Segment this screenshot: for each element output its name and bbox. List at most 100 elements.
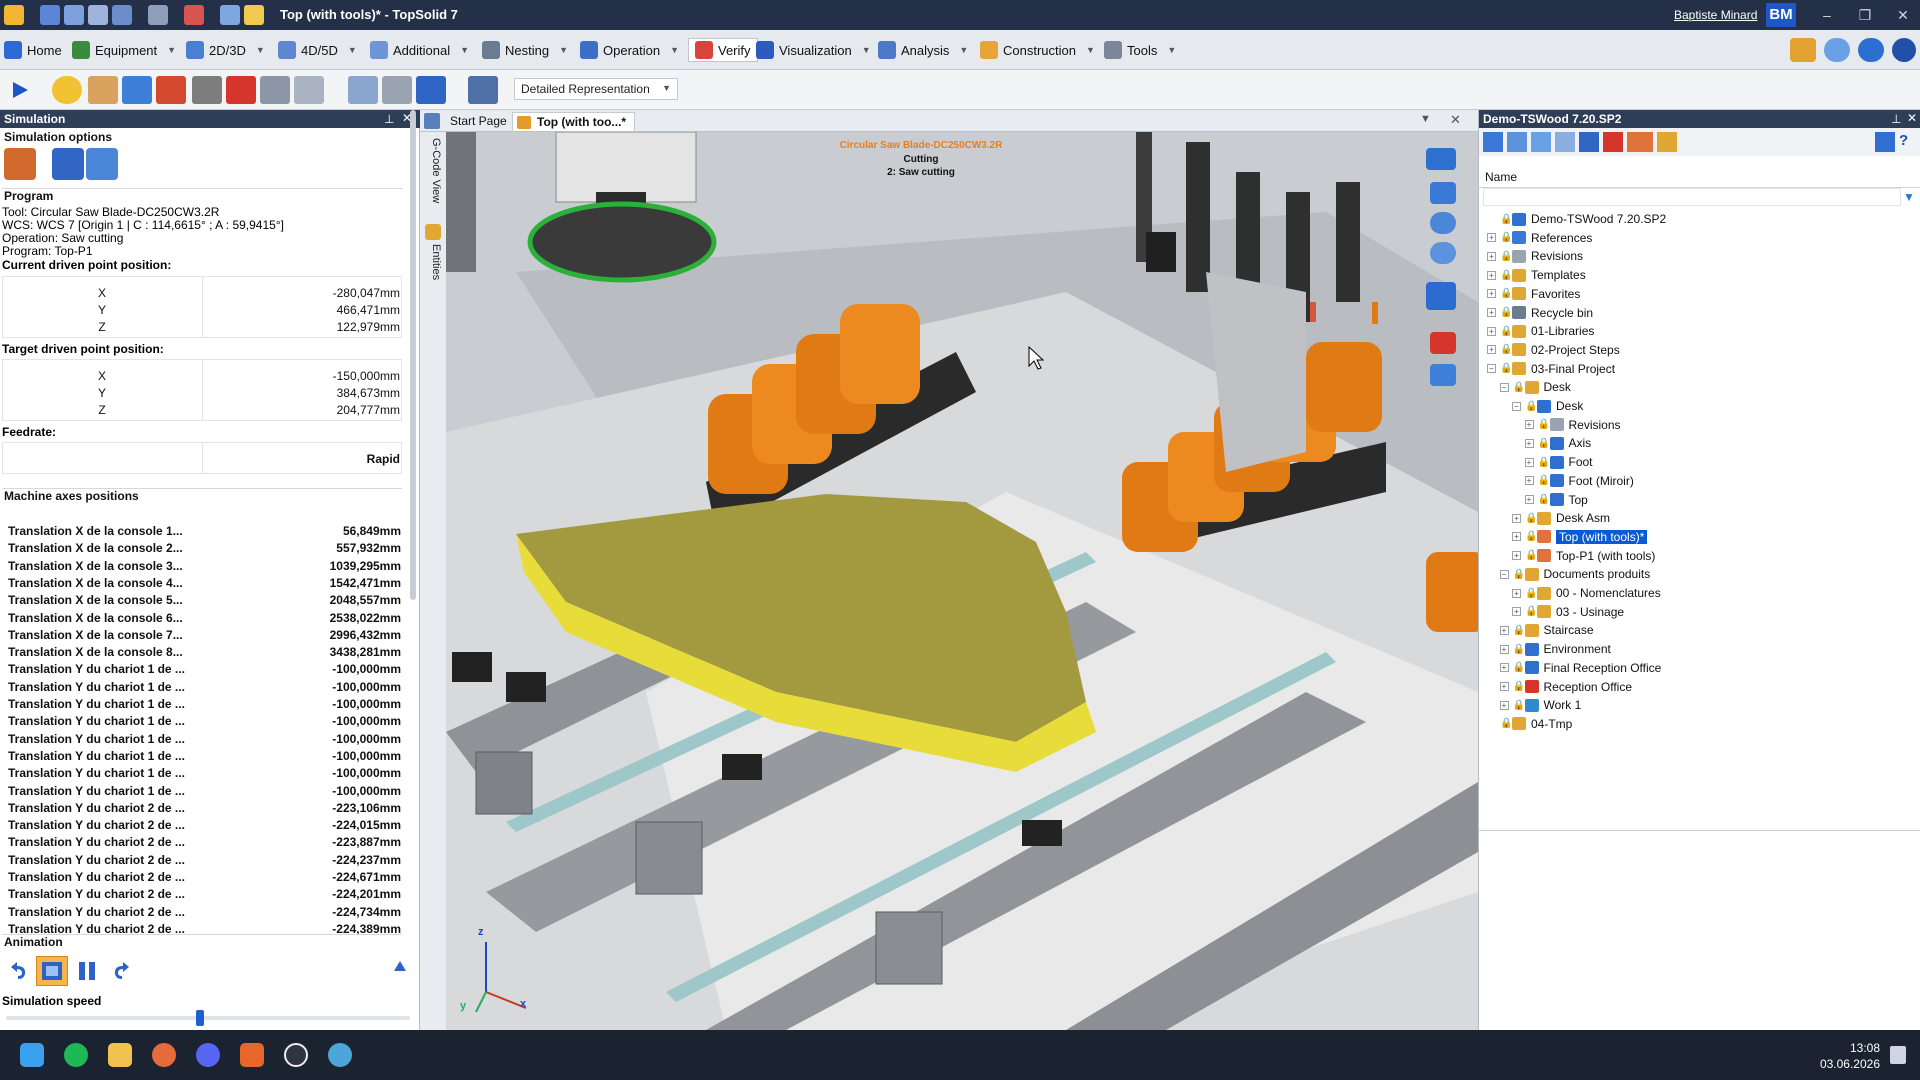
sync-icon[interactable] (1858, 38, 1884, 62)
menu-home[interactable]: Home (4, 38, 62, 62)
tree-item[interactable]: + 🔒 Revisions (1524, 416, 1621, 434)
binoculars-icon[interactable] (1790, 38, 1816, 62)
animation-header[interactable]: Animation (2, 934, 402, 950)
chevron-down-icon[interactable]: ▼ (1167, 45, 1176, 55)
view-cube-icon[interactable] (1426, 282, 1456, 310)
tree-item[interactable]: + 🔒 Revisions (1487, 247, 1583, 265)
collapse-node-icon[interactable]: − (1487, 364, 1496, 374)
expand-node-icon[interactable]: + (1512, 532, 1521, 542)
collapse-all-icon[interactable] (1555, 132, 1575, 152)
step-mode-icon[interactable] (36, 956, 68, 986)
expand-node-icon[interactable]: + (1487, 233, 1496, 243)
tab-top-with-tools[interactable]: Top (with too...* (512, 112, 636, 131)
tree-item[interactable]: + 🔒 References (1487, 229, 1592, 247)
close-icon[interactable]: ✕ (1907, 111, 1917, 125)
expand-node-icon[interactable]: + (1499, 644, 1509, 654)
color-palette-icon[interactable] (52, 76, 82, 104)
forward-icon[interactable] (110, 958, 136, 984)
simulation-options-header[interactable]: Simulation options (2, 130, 402, 146)
menu-tools[interactable]: Tools ▼ (1104, 38, 1176, 62)
expand-node-icon[interactable]: + (1499, 663, 1509, 673)
tree-view-icon[interactable] (1507, 132, 1527, 152)
view-camera-icon[interactable] (1426, 148, 1456, 170)
export-icon[interactable] (1657, 132, 1677, 152)
collapse-icon[interactable] (392, 958, 408, 974)
collapse-node-icon[interactable]: − (1499, 382, 1509, 392)
file-explorer-icon[interactable] (108, 1043, 132, 1067)
print-icon[interactable] (88, 5, 108, 25)
pin-icon[interactable]: ⊥ (1891, 112, 1901, 126)
representation-select[interactable]: Detailed Representation ▼ (514, 78, 678, 100)
close-document-icon[interactable]: ✕ (1450, 112, 1461, 128)
expand-node-icon[interactable]: + (1487, 308, 1496, 317)
help-icon[interactable] (1892, 38, 1916, 62)
layers-icon[interactable] (156, 76, 186, 104)
filter-view-icon[interactable] (1531, 132, 1551, 152)
tree-item[interactable]: + 🔒 Desk Asm (1512, 509, 1610, 527)
tree-item[interactable]: + 🔒 00 - Nomenclatures (1512, 584, 1661, 602)
restore-button[interactable]: ❐ (1850, 4, 1880, 26)
tab-start-page[interactable]: Start Page (442, 112, 515, 131)
expand-node-icon[interactable]: + (1524, 420, 1534, 430)
expand-node-icon[interactable]: + (1524, 495, 1534, 504)
column-header-name[interactable]: Name (1479, 166, 1920, 188)
chevron-down-icon[interactable]: ▼ (959, 45, 968, 55)
chevron-down-icon[interactable]: ▼ (662, 83, 671, 93)
firefox-icon[interactable] (152, 1043, 176, 1067)
tools-icon[interactable] (1627, 132, 1653, 152)
expand-node-icon[interactable]: + (1512, 551, 1521, 561)
browser-icon[interactable] (328, 1043, 352, 1067)
expand-node-icon[interactable]: + (1487, 345, 1496, 355)
expand-node-icon[interactable]: + (1524, 457, 1534, 467)
chevron-down-icon[interactable]: ▼ (460, 45, 469, 55)
tree-item[interactable]: 🔒 04-Tmp (1487, 715, 1572, 733)
material-removal-icon[interactable] (192, 76, 222, 104)
tree-item[interactable]: + 🔒 Staircase (1499, 621, 1594, 639)
redo-icon[interactable] (148, 5, 168, 25)
menu-4d-5d[interactable]: 4D/5D ▼ (278, 38, 357, 62)
user-name-link[interactable]: Baptiste Minard (1674, 8, 1757, 22)
close-button[interactable]: ✕ (1888, 4, 1918, 26)
window-icon[interactable] (1875, 132, 1895, 152)
expand-node-icon[interactable]: + (1487, 289, 1496, 299)
undo-icon[interactable] (112, 5, 132, 25)
pin-icon[interactable] (244, 5, 264, 25)
tree-item[interactable]: − 🔒 Desk (1512, 397, 1583, 415)
orbit-icon[interactable] (1430, 212, 1456, 234)
expand-node-icon[interactable]: + (1487, 270, 1496, 280)
chevron-down-icon[interactable]: ▼ (559, 45, 568, 55)
tree-item[interactable]: + 🔒 Top-P1 (with tools) (1512, 547, 1655, 565)
expand-node-icon[interactable]: + (1524, 438, 1534, 448)
expand-node-icon[interactable]: + (1512, 513, 1521, 523)
tree-item[interactable]: + 🔒 Environment (1499, 640, 1611, 658)
layers-icon[interactable] (1579, 132, 1599, 152)
section-icon[interactable] (348, 76, 378, 104)
expand-all-icon[interactable] (1483, 132, 1503, 152)
menu-2d-3d[interactable]: 2D/3D ▼ (186, 38, 265, 62)
chevron-down-icon[interactable]: ▼ (348, 45, 357, 55)
expand-node-icon[interactable]: + (1524, 476, 1534, 486)
tree-item[interactable]: + 🔒 02-Project Steps (1487, 341, 1620, 359)
tree-item[interactable]: − 🔒 Documents produits (1499, 565, 1650, 583)
chevron-down-icon[interactable]: ▼ (1086, 45, 1095, 55)
tab-dropdown-icon[interactable]: ▼ (1420, 113, 1431, 125)
pin-icon[interactable]: ⊥ (384, 112, 394, 126)
machine-kinematics-icon[interactable] (52, 148, 84, 180)
tree-item[interactable]: 🔒 Demo-TSWood 7.20.SP2 (1487, 210, 1666, 228)
tree-item[interactable]: + 🔒 Templates (1487, 266, 1586, 284)
tree-item[interactable]: + 🔒 Reception Office (1499, 678, 1632, 696)
pin-view-icon[interactable] (1430, 364, 1456, 386)
menu-operation[interactable]: Operation ▼ (580, 38, 679, 62)
save-all-icon[interactable] (64, 5, 84, 25)
tree-filter-input[interactable] (1483, 188, 1901, 206)
notification-icon[interactable] (1890, 1046, 1906, 1064)
tree-item[interactable]: − 🔒 03-Final Project (1487, 360, 1615, 378)
pdm-icon[interactable] (184, 5, 204, 25)
chevron-down-icon[interactable]: ▼ (862, 45, 871, 55)
tree-item[interactable]: + 🔒 Foot (Miroir) (1524, 472, 1634, 490)
minimize-button[interactable]: – (1812, 4, 1842, 26)
windows-start-icon[interactable] (20, 1043, 44, 1067)
scrollbar[interactable] (410, 110, 416, 600)
menu-equipment[interactable]: Equipment ▼ (72, 38, 176, 62)
expand-node-icon[interactable]: + (1512, 607, 1521, 617)
